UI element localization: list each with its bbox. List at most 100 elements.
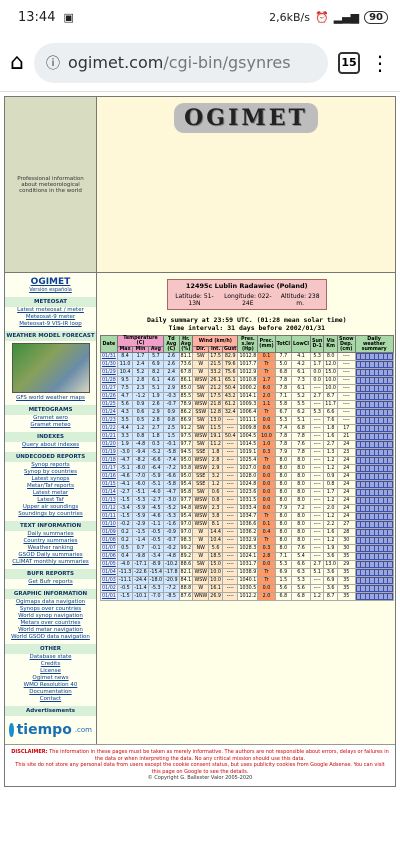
date-link[interactable]: 01/09: [100, 528, 118, 537]
sidebar-link[interactable]: Soundings by countries: [5, 511, 96, 518]
table-cell: -4.1: [116, 480, 134, 489]
table-cell: 24: [336, 496, 356, 505]
sidebar-link[interactable]: World synop navigation: [5, 613, 96, 620]
table-cell: 7.9: [274, 504, 293, 513]
sidebar-link[interactable]: Weather ranking: [5, 545, 96, 552]
sidebar-link[interactable]: Query about indexes: [5, 442, 96, 449]
sidebar-link[interactable]: CLIMAT monthly summaries: [5, 559, 96, 566]
sidebar-link[interactable]: License: [5, 668, 96, 675]
date-link[interactable]: 01/25: [100, 400, 118, 409]
sidebar-link[interactable]: Metar/Taf reports: [5, 483, 96, 490]
table-cell: -5.8: [163, 480, 180, 489]
table-cell: 1.7: [323, 488, 338, 497]
tab-switcher-button[interactable]: 15: [338, 51, 360, 74]
sidebar-link[interactable]: Ogimet news: [5, 675, 96, 682]
date-link[interactable]: 01/22: [100, 424, 118, 433]
sidebar-link[interactable]: GFS world weather maps: [5, 395, 96, 402]
sidebar-link[interactable]: Latest Taf: [5, 497, 96, 504]
date-link[interactable]: 01/12: [100, 504, 118, 513]
table-cell: ----: [309, 424, 325, 433]
sidebar-link[interactable]: Documentation: [5, 689, 96, 696]
table-cell: 1.0: [257, 440, 276, 449]
sidebar-link[interactable]: Synop reports: [5, 462, 96, 469]
site-info-icon[interactable]: ⓘ: [46, 53, 60, 73]
sidebar-link[interactable]: Synops over countries: [5, 606, 96, 613]
sidebar-link[interactable]: Meteosat-9 meter: [5, 314, 96, 321]
sidebar-link[interactable]: Get Bufr reports: [5, 579, 96, 586]
date-link[interactable]: 01/24: [100, 408, 118, 417]
date-link[interactable]: 01/19: [100, 448, 118, 457]
date-link[interactable]: 01/01: [100, 592, 118, 601]
sidebar-link[interactable]: Latest metar: [5, 490, 96, 497]
date-link[interactable]: 01/02: [100, 584, 118, 593]
sidebar-link[interactable]: Contact: [5, 696, 96, 703]
sidebar-link[interactable]: Gramet aero: [5, 415, 96, 422]
address-bar[interactable]: ⓘ ogimet.com/cgi-bin/gsynres: [33, 42, 328, 83]
gfs-map-thumbnail[interactable]: [11, 343, 90, 393]
date-link[interactable]: 01/30: [100, 360, 118, 369]
date-link[interactable]: 01/17: [100, 464, 118, 473]
sidebar-link[interactable]: Upper air soundings: [5, 504, 96, 511]
sidebar-link[interactable]: Daily summaries: [5, 531, 96, 538]
date-link[interactable]: 01/06: [100, 552, 118, 561]
sidebar-link[interactable]: Country summaries: [5, 538, 96, 545]
sidebar-link[interactable]: Meteosat-9 VIS-IR loop: [5, 321, 96, 328]
table-cell: 91.2: [178, 424, 194, 433]
date-link[interactable]: 01/07: [100, 544, 118, 553]
table-cell: 8.0: [291, 472, 311, 481]
sidebar-link[interactable]: World metar navigation: [5, 627, 96, 634]
weather-icons: [354, 544, 394, 553]
table-cell: ----: [221, 456, 239, 465]
date-link[interactable]: 01/29: [100, 368, 118, 377]
date-link[interactable]: 01/03: [100, 576, 118, 585]
date-link[interactable]: 01/05: [100, 560, 118, 569]
weather-icons: [354, 448, 394, 457]
sidebar-link[interactable]: Ogimaps data navigation: [5, 599, 96, 606]
sidebar-link[interactable]: World GSOD data navigation: [5, 634, 96, 641]
sidebar-link[interactable]: WMO Resolution 40: [5, 682, 96, 689]
table-cell: 4.1: [291, 352, 311, 361]
date-link[interactable]: 01/04: [100, 568, 118, 577]
brand-link[interactable]: OGIMET: [5, 273, 96, 287]
date-link[interactable]: 01/27: [100, 384, 118, 393]
date-link[interactable]: 01/23: [100, 416, 118, 425]
table-cell: 87.6: [178, 592, 194, 601]
table-cell: ----: [221, 424, 239, 433]
date-link[interactable]: 01/31: [100, 352, 118, 361]
home-icon[interactable]: ⌂: [10, 50, 24, 75]
menu-icon[interactable]: ⋮: [370, 51, 390, 75]
sidebar-link[interactable]: Gramet meteo: [5, 422, 96, 429]
sidebar-link[interactable]: Database state: [5, 654, 96, 661]
date-link[interactable]: 01/20: [100, 440, 118, 449]
table-cell: ----: [309, 544, 325, 553]
date-link[interactable]: 01/28: [100, 376, 118, 385]
date-link[interactable]: 01/11: [100, 512, 118, 521]
table-cell: 24: [336, 504, 356, 513]
date-link[interactable]: 01/08: [100, 536, 118, 545]
date-link[interactable]: 01/18: [100, 456, 118, 465]
date-link[interactable]: 01/16: [100, 472, 118, 481]
date-link[interactable]: 01/26: [100, 392, 118, 401]
table-cell: 24: [336, 512, 356, 521]
sidebar-link[interactable]: Latest synops: [5, 476, 96, 483]
date-link[interactable]: 01/14: [100, 488, 118, 497]
table-cell: 2.9: [163, 384, 180, 393]
date-link[interactable]: 01/15: [100, 480, 118, 489]
table-cell: 13.0: [323, 560, 338, 569]
sidebar-link[interactable]: Synop by countries: [5, 469, 96, 476]
date-link[interactable]: 01/13: [100, 496, 118, 505]
date-link[interactable]: 01/10: [100, 520, 118, 529]
table-row: 01/21 3.3 0.8 1.8 1.5 97.5 WSW 19.1 50.4 1004.5 10…: [100, 432, 394, 441]
table-cell: 1032.9: [237, 536, 259, 545]
spanish-version-link[interactable]: Versión española: [5, 287, 96, 293]
sidebar-link[interactable]: Credits: [5, 661, 96, 668]
weather-icons: [354, 552, 394, 561]
date-link[interactable]: 01/21: [100, 432, 118, 441]
table-cell: 95.4: [178, 480, 194, 489]
sidebar-link[interactable]: Metars over countries: [5, 620, 96, 627]
sidebar-link[interactable]: Latest meteosat / meter: [5, 307, 96, 314]
table-cell: 82.9: [221, 352, 239, 361]
tiempo-ad[interactable]: tiempo .com: [5, 716, 96, 744]
sidebar-link[interactable]: GSOD Daily summaries: [5, 552, 96, 559]
table-cell: 50.4: [221, 432, 239, 441]
